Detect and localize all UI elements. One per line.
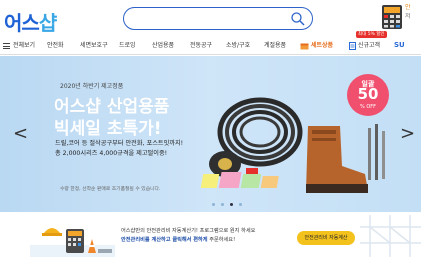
coupon-icon: [349, 42, 356, 50]
site-logo[interactable]: 어스샵: [4, 7, 57, 36]
banner-desc-line2: 총 2,000시리즈 4,000규격을 제고떨이중!: [55, 150, 168, 157]
sale-badge-off: % OFF: [359, 104, 377, 110]
discount-badge: 최대 5% 할인: [356, 31, 387, 38]
category-nav: 전체보기 안전화 세면보호구 드로잉 산업용품 전동공구 소방/구호 계절용품 …: [0, 38, 421, 55]
slide-dot[interactable]: [212, 203, 215, 206]
banner-eyebrow: 2020년 하반기 제고정품: [60, 83, 124, 90]
box-icon: [300, 43, 309, 49]
slide-dot[interactable]: [230, 203, 233, 206]
next-slide-button[interactable]: >: [400, 124, 415, 144]
banner-title-line2: 빅세일 초특가!: [54, 119, 162, 139]
hero-banner[interactable]: < > 2020년 하반기 제고정품 어스샵 산업용품 빅세일 초특가! 드릴,…: [0, 56, 421, 212]
set-products-label: 세트상품: [311, 42, 334, 49]
safety-calculator-promo: 어스샵만의 안전관리비 자동계산기! 프로그램으로 원지 하세요 안전관리비를 …: [0, 215, 421, 257]
promo-highlight: 안전관리비를 계산하고 클릭해서 편하게: [121, 237, 208, 243]
safety-calculator-button[interactable]: 안전관리비 자동계산: [297, 231, 355, 245]
promo-text-rest: 주문하세요!: [207, 237, 236, 243]
building-scaffold-illustration: [360, 215, 421, 257]
new-customer-label: 신규고객: [358, 42, 381, 49]
sale-badge-percent: 50: [357, 85, 379, 103]
nav-item[interactable]: 안전화: [47, 41, 64, 51]
calculator-label: 안: [405, 4, 411, 11]
prev-slide-button[interactable]: <: [13, 124, 28, 144]
logo-accent-text: 샵: [38, 11, 57, 35]
calculator-icon[interactable]: [381, 4, 403, 30]
nav-item[interactable]: 소방/구호: [226, 41, 250, 51]
search-icon[interactable]: [290, 11, 306, 27]
promo-text-line1: 어스샵만의 안전관리비 자동계산기! 프로그램으로 원지 하세요: [121, 228, 256, 234]
nav-item[interactable]: 세면보호구: [80, 41, 108, 51]
drill-bits-icon: [368, 124, 385, 180]
calculator-sublabel: 저: [405, 13, 411, 20]
slide-dot[interactable]: [239, 203, 242, 206]
construction-illustration: [30, 228, 115, 257]
all-categories-button[interactable]: 전체보기: [3, 41, 35, 51]
nav-overflow-label[interactable]: SU: [394, 41, 405, 49]
logo-main-text: 어스: [4, 11, 40, 35]
slide-dot[interactable]: [221, 203, 224, 206]
nav-item[interactable]: 산업용품: [152, 41, 174, 51]
hamburger-icon: [3, 43, 10, 49]
new-customer-link[interactable]: 신규고객: [349, 41, 380, 51]
set-products-link[interactable]: 세트상품: [300, 41, 333, 51]
search-input[interactable]: [123, 7, 313, 30]
safety-boot-icon: [306, 126, 368, 193]
banner-desc-line1: 드릴,코어 등 절삭공구부터 안전화, 포스트잇까지!: [55, 140, 184, 147]
sale-badge: 일괄 50 % OFF: [347, 74, 389, 116]
promo-text-line2: 안전관리비를 계산하고 클릭해서 편하게 주문하세요!: [121, 236, 235, 243]
nav-item[interactable]: 전동공구: [190, 41, 212, 51]
slide-indicator: [212, 203, 242, 206]
nav-item[interactable]: 드로잉: [119, 41, 136, 51]
banner-note: 수량 한정, 선착순 판매로 조기품절될 수 있습니다.: [60, 187, 161, 192]
all-categories-label: 전체보기: [13, 42, 36, 49]
nav-item[interactable]: 계절용품: [264, 41, 286, 51]
